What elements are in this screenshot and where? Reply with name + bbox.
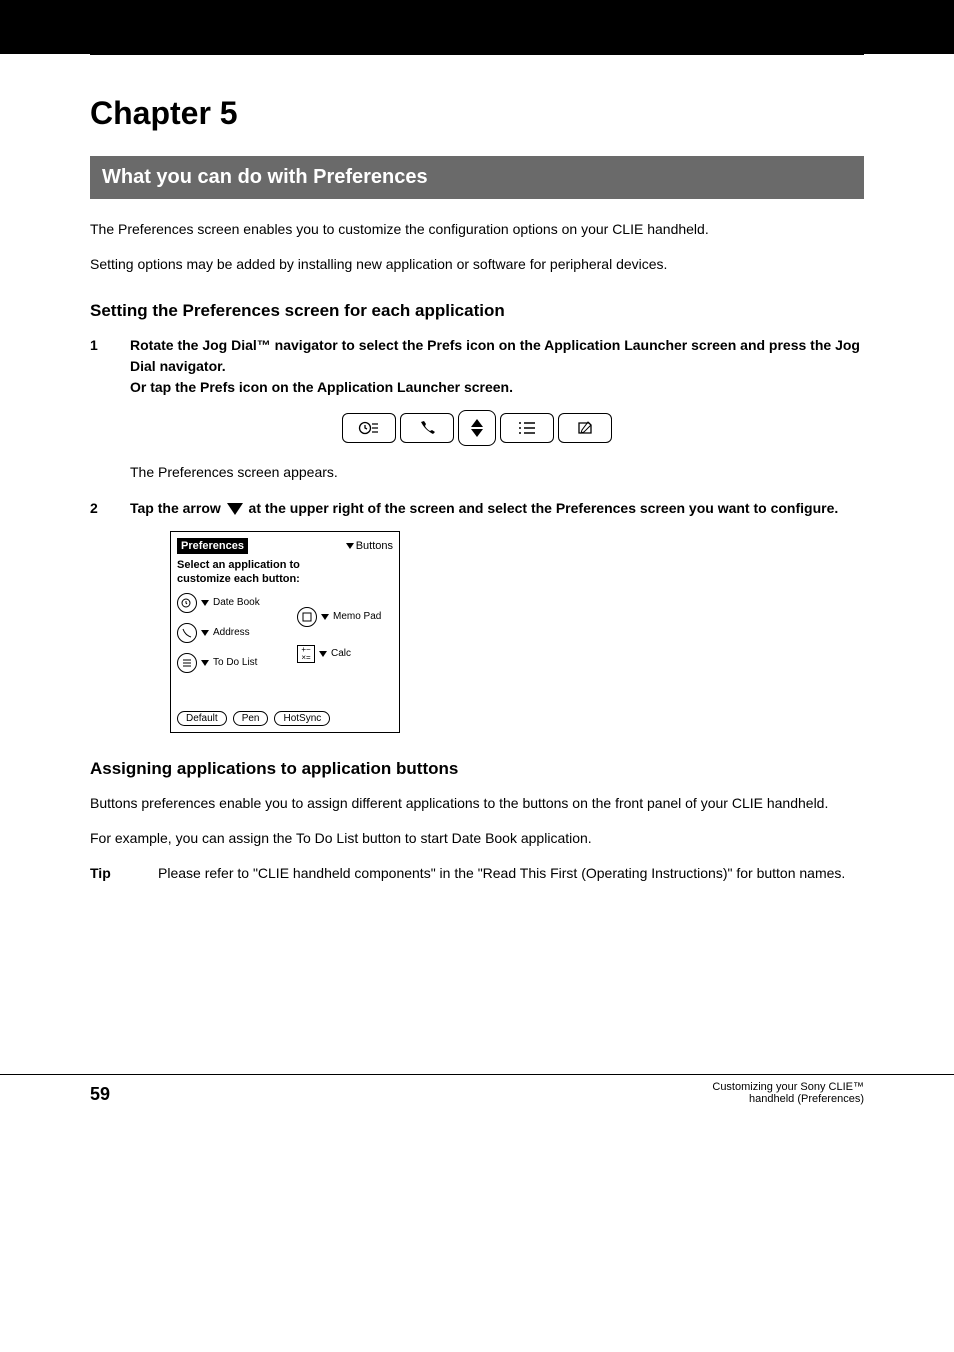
note-icon xyxy=(576,420,594,436)
body2-p2: For example, you can assign the To Do Li… xyxy=(90,828,864,849)
scr-address-label: Address xyxy=(213,627,250,638)
scr-default-button: Default xyxy=(177,711,227,726)
scr-memopad-row: Memo Pad xyxy=(297,607,381,627)
scr-menu: Buttons xyxy=(346,540,393,552)
subhead-assigning: Assigning applications to application bu… xyxy=(90,759,864,779)
datebook-icon xyxy=(177,593,197,613)
intro-paragraph-2: Setting options may be added by installi… xyxy=(90,254,864,275)
step-1-number: 1 xyxy=(90,335,130,398)
scr-memopad-label: Memo Pad xyxy=(333,611,381,622)
page-content: Chapter 5 What you can do with Preferenc… xyxy=(0,55,954,884)
clock-icon xyxy=(358,420,380,436)
section-banner: What you can do with Preferences xyxy=(90,156,864,199)
chapter-title: Chapter 5 xyxy=(90,95,864,132)
phone-icon xyxy=(418,420,436,436)
subhead-setting-prefs: Setting the Preferences screen for each … xyxy=(90,301,864,321)
screenshot-figure-wrap: Preferences Buttons Select an applicatio… xyxy=(90,531,864,733)
chevron-down-icon xyxy=(321,614,329,620)
nav-down-icon xyxy=(471,429,483,437)
chevron-down-icon xyxy=(201,660,209,666)
scr-calc-row: +−×= Calc xyxy=(297,645,381,663)
scr-calc-label: Calc xyxy=(331,648,351,659)
scr-menu-arrow-icon xyxy=(346,543,354,549)
scr-pen-button: Pen xyxy=(233,711,269,726)
step-1-text-main: Rotate the Jog Dial™ navigator to select… xyxy=(130,337,860,374)
scr-subtitle-1: Select an application to xyxy=(177,558,393,572)
hw-list-button xyxy=(500,413,554,443)
body2-p1: Buttons preferences enable you to assign… xyxy=(90,793,864,814)
step-2: 2 Tap the arrow at the upper right of th… xyxy=(90,498,864,519)
step-1-text-or: Or tap the Prefs icon on the Application… xyxy=(130,379,513,395)
scr-hotsync-button: HotSync xyxy=(274,711,330,726)
scr-subtitle-2: customize each button: xyxy=(177,572,393,586)
step-1: 1 Rotate the Jog Dial™ navigator to sele… xyxy=(90,335,864,398)
hw-center-nav xyxy=(458,410,496,446)
scr-menu-label: Buttons xyxy=(356,540,393,552)
scr-title: Preferences xyxy=(177,538,248,554)
dropdown-arrow-icon xyxy=(227,503,243,515)
tip-label: Tip xyxy=(90,863,158,884)
footer-line1: Customizing your Sony CLIE™ xyxy=(712,1081,864,1093)
hw-note-button xyxy=(558,413,612,443)
scr-todo-label: To Do List xyxy=(213,657,257,668)
list-icon xyxy=(517,421,537,435)
intro-paragraph-1: The Preferences screen enables you to cu… xyxy=(90,219,864,240)
scr-datebook-label: Date Book xyxy=(213,597,260,608)
calc-icon: +−×= xyxy=(297,645,315,663)
address-icon xyxy=(177,623,197,643)
chevron-down-icon xyxy=(201,630,209,636)
footer-line2: handheld (Preferences) xyxy=(749,1093,864,1105)
step-2-text-b: at the upper right of the screen and sel… xyxy=(245,500,839,516)
step-2-text-a: Tap the arrow xyxy=(130,500,225,516)
step-1-result: The Preferences screen appears. xyxy=(90,464,864,480)
memopad-icon xyxy=(297,607,317,627)
step-2-number: 2 xyxy=(90,498,130,519)
todo-icon xyxy=(177,653,197,673)
page-footer: 59 Customizing your Sony CLIE™ handheld … xyxy=(0,1074,954,1105)
tip-text: Please refer to "CLIE handheld component… xyxy=(158,863,845,884)
hw-phone-button xyxy=(400,413,454,443)
page-number: 59 xyxy=(90,1084,110,1105)
chevron-down-icon xyxy=(201,600,209,606)
nav-up-icon xyxy=(471,419,483,427)
tip-block: Tip Please refer to "CLIE handheld compo… xyxy=(90,863,864,884)
chevron-down-icon xyxy=(319,651,327,657)
hw-clock-button xyxy=(342,413,396,443)
preferences-screenshot: Preferences Buttons Select an applicatio… xyxy=(170,531,400,733)
header-black-bar xyxy=(0,0,954,54)
hardware-buttons-figure xyxy=(90,410,864,446)
